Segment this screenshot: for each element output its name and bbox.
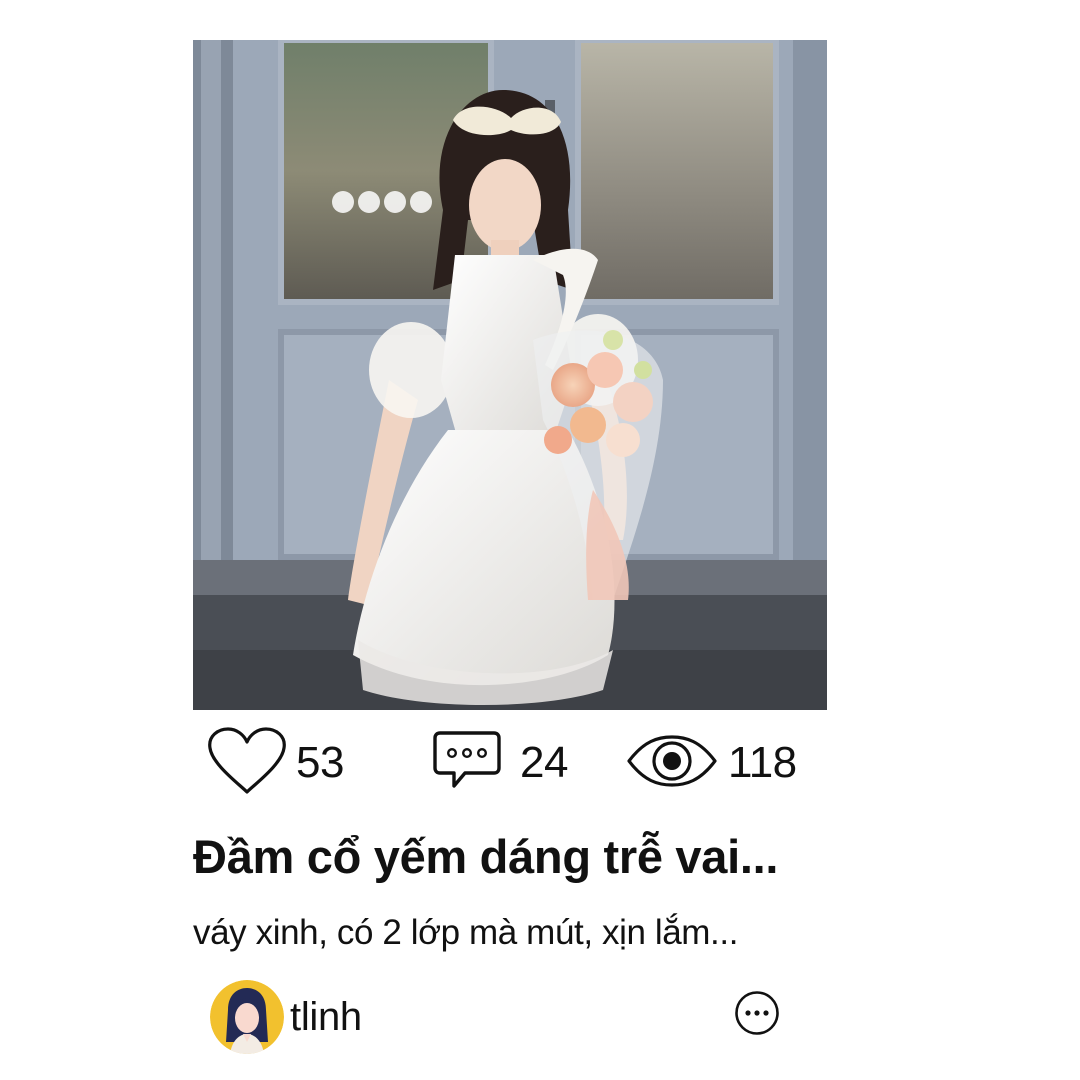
view-stat: 118	[626, 728, 797, 798]
view-count: 118	[728, 738, 797, 787]
more-options-button[interactable]	[734, 990, 780, 1036]
more-options-icon	[734, 991, 780, 1040]
post-photo[interactable]	[193, 40, 827, 710]
comment-bubble-icon[interactable]	[432, 730, 502, 797]
comment-stat: 24	[432, 728, 568, 798]
avatar[interactable]	[210, 980, 284, 1054]
post-description: váy xinh, có 2 lớp mà mút, xịn lắm...	[193, 913, 739, 952]
like-count: 53	[296, 738, 344, 787]
comment-count: 24	[520, 738, 568, 787]
author-row[interactable]: tlinh	[210, 977, 362, 1057]
like-stat: 53	[206, 726, 344, 801]
eye-icon	[626, 734, 718, 793]
heart-icon[interactable]	[206, 726, 288, 801]
post-card: 53 24 118 Đầm cổ yếm dáng trễ vai... váy…	[0, 0, 1080, 1080]
post-title[interactable]: Đầm cổ yếm dáng trễ vai...	[193, 826, 893, 888]
author-username[interactable]: tlinh	[290, 995, 362, 1040]
